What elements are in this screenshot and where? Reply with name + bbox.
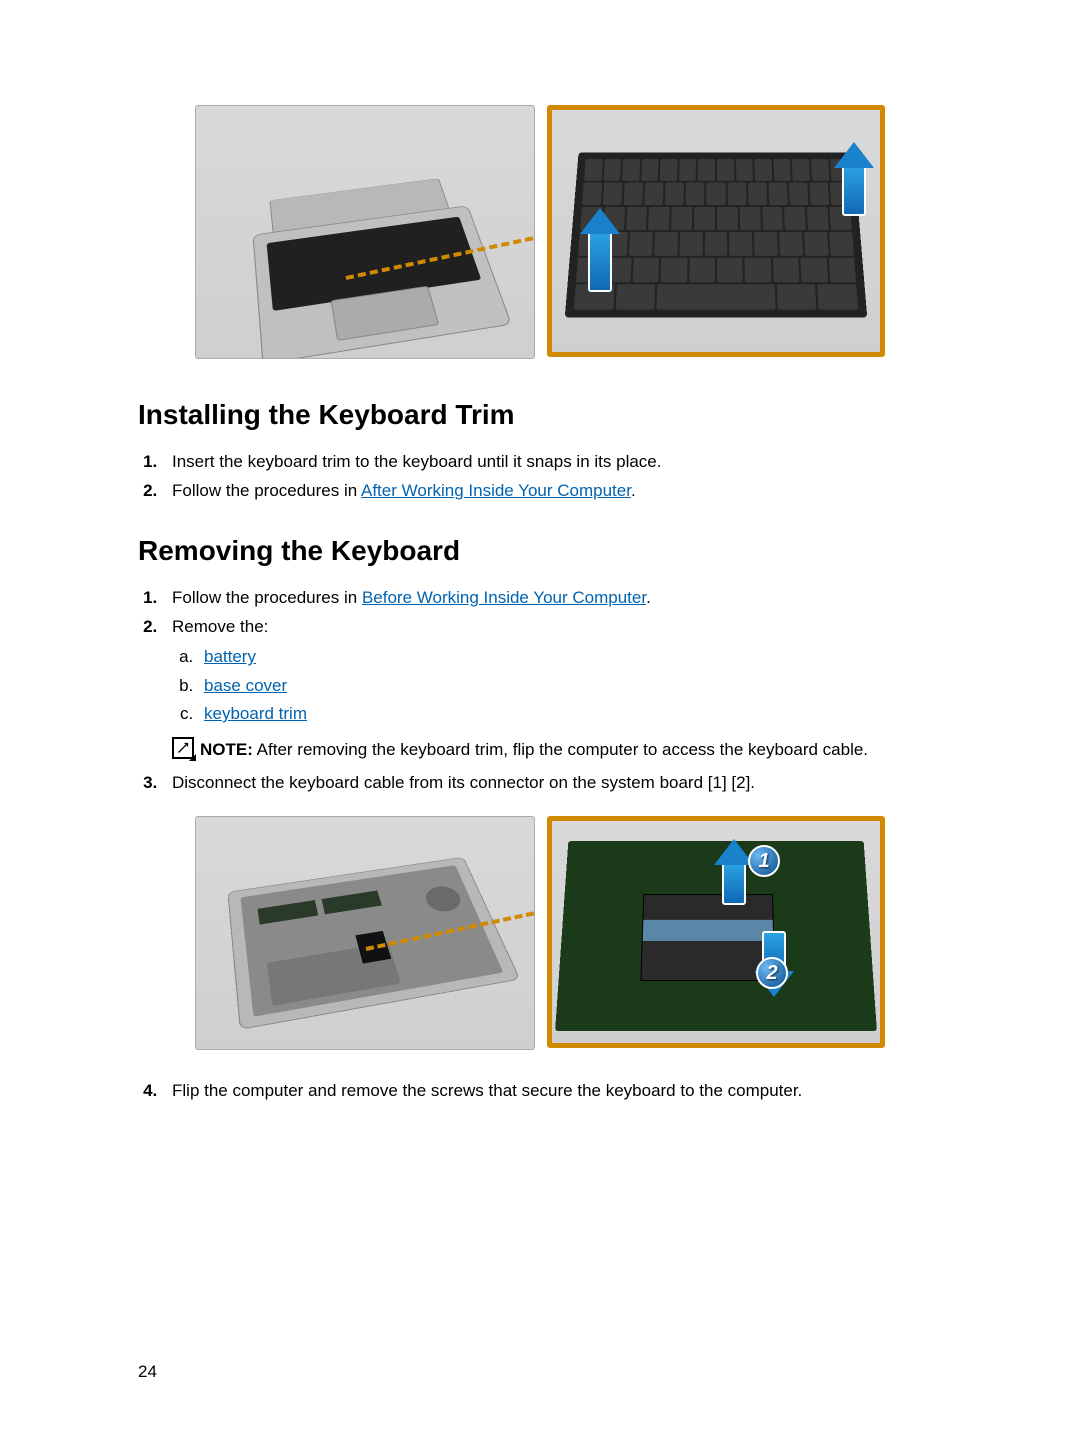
figure-keyboard-trim — [195, 105, 885, 359]
figure-panel-left — [195, 816, 535, 1050]
remove-step-1: Follow the procedures in Before Working … — [162, 585, 942, 611]
motherboard-closeup — [555, 841, 877, 1031]
heading-installing-keyboard-trim: Installing the Keyboard Trim — [138, 399, 942, 431]
removing-steps-list-cont: Flip the computer and remove the screws … — [138, 1078, 942, 1104]
note-icon — [172, 737, 194, 759]
step-text-before: Follow the procedures in — [172, 588, 362, 607]
install-step-1: Insert the keyboard trim to the keyboard… — [162, 449, 942, 475]
link-battery[interactable]: battery — [204, 647, 256, 666]
step-text: Remove the: — [172, 617, 268, 636]
step-text: Insert the keyboard trim to the keyboard… — [172, 452, 661, 471]
step-text-after: . — [631, 481, 636, 500]
bottom-chassis-illustration — [227, 857, 520, 1030]
step-text: Disconnect the keyboard cable from its c… — [172, 773, 755, 792]
figure-keyboard-cable: 1 2 — [195, 816, 885, 1050]
laptop-illustration — [247, 134, 512, 359]
remove-step-4: Flip the computer and remove the screws … — [162, 1078, 942, 1104]
removing-steps-list: Follow the procedures in Before Working … — [138, 585, 942, 796]
step-text: Flip the computer and remove the screws … — [172, 1081, 802, 1100]
sublist-item-battery: battery — [198, 644, 942, 670]
step-text-after: . — [646, 588, 651, 607]
step-text-before: Follow the procedures in — [172, 481, 361, 500]
note-text: NOTE: After removing the keyboard trim, … — [200, 737, 868, 763]
arrow-up-icon — [842, 164, 866, 216]
link-after-working-inside[interactable]: After Working Inside Your Computer — [361, 481, 631, 500]
figure-panel-right — [547, 105, 885, 357]
sublist-item-basecover: base cover — [198, 673, 942, 699]
sublist-item-keyboardtrim: keyboard trim — [198, 701, 942, 727]
link-base-cover[interactable]: base cover — [204, 676, 287, 695]
install-step-2: Follow the procedures in After Working I… — [162, 478, 942, 504]
page-number: 24 — [138, 1362, 157, 1382]
figure-frame: 1 2 — [195, 816, 885, 1050]
ribbon-cable — [640, 894, 775, 981]
note-block: NOTE: After removing the keyboard trim, … — [172, 737, 942, 763]
installing-steps-list: Insert the keyboard trim to the keyboard… — [138, 449, 942, 505]
remove-step-2: Remove the: battery base cover keyboard … — [162, 614, 942, 764]
figure-frame — [195, 105, 885, 359]
document-page: Installing the Keyboard Trim Insert the … — [0, 0, 1080, 1380]
remove-step-3: Disconnect the keyboard cable from its c… — [162, 770, 942, 796]
note-body: After removing the keyboard trim, flip t… — [253, 740, 868, 759]
link-keyboard-trim[interactable]: keyboard trim — [204, 704, 307, 723]
figure-panel-right: 1 2 — [547, 816, 885, 1048]
remove-sublist: battery base cover keyboard trim — [172, 644, 942, 727]
note-label: NOTE: — [200, 740, 253, 759]
heading-removing-keyboard: Removing the Keyboard — [138, 535, 942, 567]
arrow-up-icon — [588, 230, 612, 292]
figure-panel-left — [195, 105, 535, 359]
callout-badge-1: 1 — [748, 845, 780, 877]
arrow-up-icon — [722, 861, 746, 905]
callout-badge-2: 2 — [756, 957, 788, 989]
link-before-working-inside[interactable]: Before Working Inside Your Computer — [362, 588, 646, 607]
